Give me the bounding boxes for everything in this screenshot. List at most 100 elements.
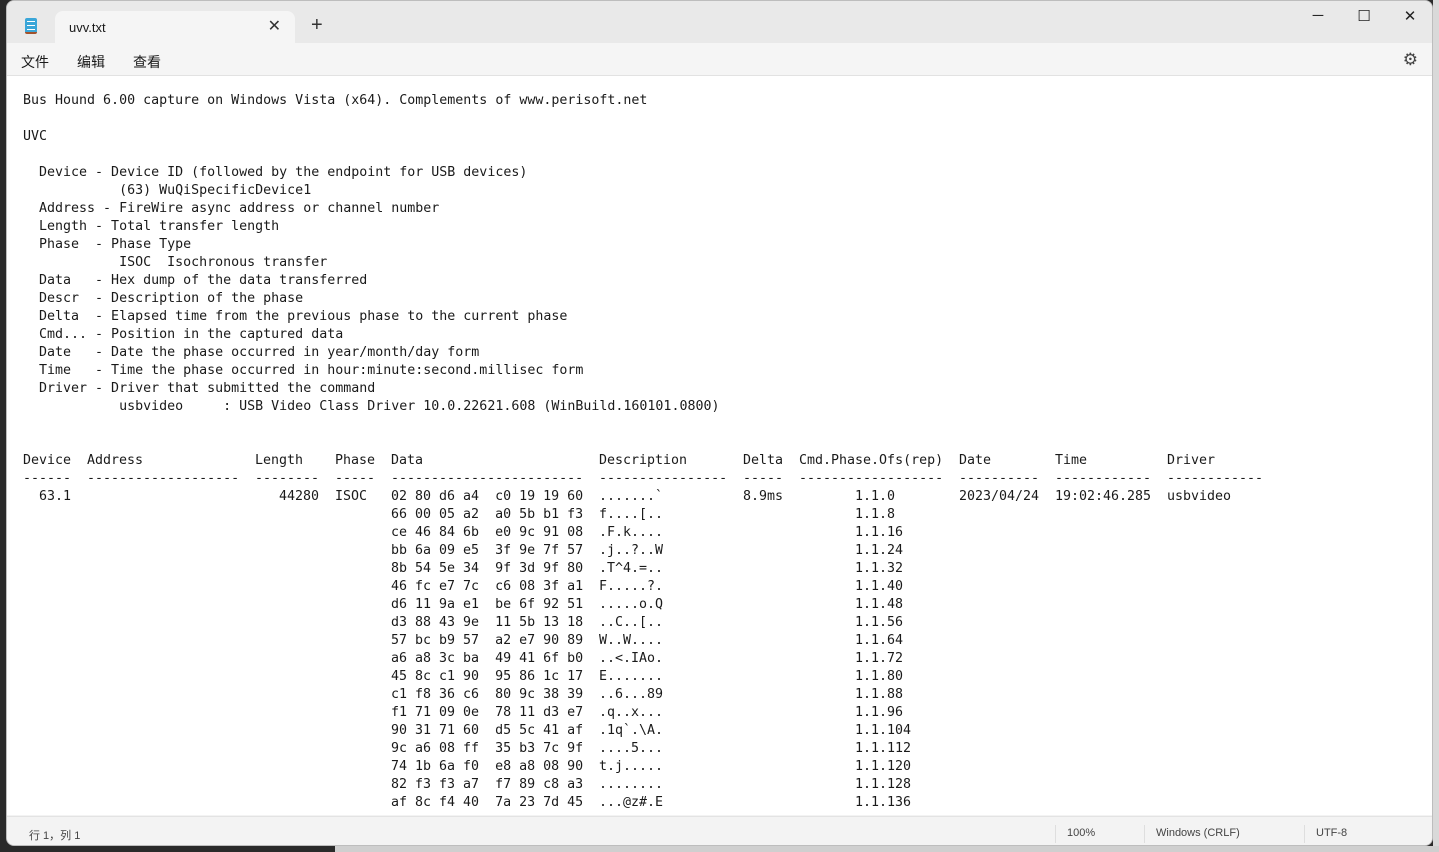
text-line: (63) WuQiSpecificDevice1 xyxy=(23,183,312,198)
header-device: Device xyxy=(23,453,72,468)
header-phase: Phase xyxy=(335,453,376,468)
text-line xyxy=(23,146,719,164)
cell-cmd: 1.1.32 xyxy=(855,561,904,576)
divider-description: ---------------- xyxy=(599,471,728,486)
divider-data: ------------------------ xyxy=(391,471,584,486)
header-description: Description xyxy=(599,453,688,468)
cell-data: 90 31 71 60 d5 5c 41 af xyxy=(391,723,584,738)
minimize-button[interactable]: ─ xyxy=(1303,7,1333,24)
encoding: UTF-8 xyxy=(1316,827,1348,839)
cell-cmd: 1.1.88 xyxy=(855,687,904,702)
cell-cmd: 1.1.24 xyxy=(855,543,904,558)
text-line: Phase - Phase Type xyxy=(23,237,192,252)
cell-desc: ..<.IAo. xyxy=(599,651,664,666)
text-line: Cmd... - Position in the captured data xyxy=(23,327,344,342)
cell-length: 44280 xyxy=(279,489,320,504)
zoom-level: 100% xyxy=(1067,827,1096,839)
notepad-window: uvv.txt ✕ + ─ ☐ ✕ 文件 编辑 查看 ⚙ Bus Hound 6… xyxy=(6,0,1433,846)
text-line xyxy=(23,416,719,434)
cell-cmd: 1.1.16 xyxy=(855,525,904,540)
cell-data: 57 bc b9 57 a2 e7 90 89 xyxy=(391,633,584,648)
divider-address: ------------------- xyxy=(87,471,240,486)
cell-data: 82 f3 f3 a7 f7 89 c8 a3 xyxy=(391,777,584,792)
cell-data: 74 1b 6a f0 e8 a8 08 90 xyxy=(391,759,584,774)
cell-desc: .....o.Q xyxy=(599,597,664,612)
cell-desc: .T^4.=.. xyxy=(599,561,664,576)
tab-bar: uvv.txt ✕ + ─ ☐ ✕ xyxy=(7,1,1432,43)
gear-icon[interactable]: ⚙ xyxy=(1403,50,1418,70)
table-divider: ------ ------------------- -------- ----- --… xyxy=(23,470,1263,488)
plus-icon[interactable]: + xyxy=(311,15,323,35)
tab-uvv-txt[interactable]: uvv.txt ✕ xyxy=(55,11,295,43)
table-row: 57 bc b9 57 a2 e7 90 89 W..W.... 1.1.64 xyxy=(23,632,903,650)
text-line: Time - Time the phase occurred in hour:m… xyxy=(23,363,584,378)
cell-cmd: 1.1.56 xyxy=(855,615,904,630)
text-line: usbvideo : USB Video Class Driver 10.0.2… xyxy=(23,399,720,414)
table-row: af 8c f4 40 7a 23 7d 45 ...@z#.E 1.1.136 xyxy=(23,794,911,812)
cell-device: 63.1 xyxy=(39,489,72,504)
text-line: Length - Total transfer length xyxy=(23,219,280,234)
text-line: ISOC Isochronous transfer xyxy=(23,255,328,270)
menu-edit[interactable]: 编辑 xyxy=(77,52,105,72)
header-length: Length xyxy=(255,453,304,468)
cell-date: 2023/04/24 xyxy=(959,489,1040,504)
text-line xyxy=(23,434,719,452)
cell-data: 66 00 05 a2 a0 5b b1 f3 xyxy=(391,507,584,522)
table-row: f1 71 09 0e 78 11 d3 e7 .q..x... 1.1.96 xyxy=(23,704,903,722)
cell-cmd: 1.1.128 xyxy=(855,777,912,792)
table-row: 63.1 44280 ISOC 02 80 d6 a4 c0 19 19 60....… xyxy=(23,488,1231,506)
table-row: 8b 54 5e 34 9f 3d 9f 80 .T^4.=.. 1.1.32 xyxy=(23,560,903,578)
text-line: Driver - Driver that submitted the comma… xyxy=(23,381,376,396)
menu-bar: 文件 编辑 查看 ⚙ xyxy=(7,43,1432,76)
text-line: Delta - Elapsed time from the previous p… xyxy=(23,309,568,324)
text-line: Device - Device ID (followed by the endp… xyxy=(23,165,528,180)
cell-desc: ....5... xyxy=(599,741,664,756)
cell-desc: .q..x... xyxy=(599,705,664,720)
menu-view[interactable]: 查看 xyxy=(133,52,161,72)
table-row: d6 11 9a e1 be 6f 92 51 .....o.Q 1.1.48 xyxy=(23,596,903,614)
table-row: 82 f3 f3 a7 f7 89 c8 a3........ 1.1.128 xyxy=(23,776,911,794)
header-address: Address xyxy=(87,453,144,468)
maximize-button[interactable]: ☐ xyxy=(1349,7,1379,25)
cell-desc: ..C..[.. xyxy=(599,615,664,630)
cell-desc: .F.k.... xyxy=(599,525,664,540)
cell-desc: f....[.. xyxy=(599,507,664,522)
header-driver: Driver xyxy=(1167,453,1216,468)
text-line: UVC xyxy=(23,129,48,144)
cell-data: af 8c f4 40 7a 23 7d 45 xyxy=(391,795,584,810)
table-row: 46 fc e7 7c c6 08 3f a1 F.....?. 1.1.40 xyxy=(23,578,903,596)
divider-length: -------- xyxy=(255,471,320,486)
table-row: bb 6a 09 e5 3f 9e 7f 57 .j..?..W 1.1.24 xyxy=(23,542,903,560)
cell-data: d6 11 9a e1 be 6f 92 51 xyxy=(391,597,584,612)
cell-data: c1 f8 36 c6 80 9c 38 39 xyxy=(391,687,584,702)
cell-data: 45 8c c1 90 95 86 1c 17 xyxy=(391,669,584,684)
close-icon[interactable]: ✕ xyxy=(268,16,281,36)
text-line: Descr - Description of the phase xyxy=(23,291,304,306)
cell-desc: ...@z#.E xyxy=(599,795,664,810)
cell-desc: ........ xyxy=(599,777,664,792)
cell-data: f1 71 09 0e 78 11 d3 e7 xyxy=(391,705,584,720)
cell-driver: usbvideo xyxy=(1167,489,1232,504)
cursor-position: 行 1，列 1 xyxy=(29,830,81,842)
cell-desc: E....... xyxy=(599,669,664,684)
header-delta: Delta xyxy=(743,453,784,468)
cell-data: ce 46 84 6b e0 9c 91 08 xyxy=(391,525,584,540)
cell-data: 9c a6 08 ff 35 b3 7c 9f xyxy=(391,741,584,756)
text-editor[interactable]: Bus Hound 6.00 capture on Windows Vista … xyxy=(7,76,1432,815)
text-line: Date - Date the phase occurred in year/m… xyxy=(23,345,480,360)
cell-cmd: 1.1.136 xyxy=(855,795,912,810)
table-header: Device Address Length Phase Data Description D… xyxy=(23,452,1215,470)
divider-device: ------ xyxy=(23,471,72,486)
close-button[interactable]: ✕ xyxy=(1395,7,1425,25)
cell-data: 8b 54 5e 34 9f 3d 9f 80 xyxy=(391,561,584,576)
menu-file[interactable]: 文件 xyxy=(21,52,49,72)
table-row: ce 46 84 6b e0 9c 91 08 .F.k.... 1.1.16 xyxy=(23,524,903,542)
divider-time: ------------ xyxy=(1055,471,1152,486)
cell-desc: F.....?. xyxy=(599,579,664,594)
table-row: 90 31 71 60 d5 5c 41 af .1q`.\A. 1.1.104 xyxy=(23,722,911,740)
notepad-app-icon xyxy=(25,18,37,34)
table-row: d3 88 43 9e 11 5b 13 18 ..C..[.. 1.1.56 xyxy=(23,614,903,632)
tab-title: uvv.txt xyxy=(69,20,106,35)
header-time: Time xyxy=(1055,453,1088,468)
cell-cmd: 1.1.48 xyxy=(855,597,904,612)
